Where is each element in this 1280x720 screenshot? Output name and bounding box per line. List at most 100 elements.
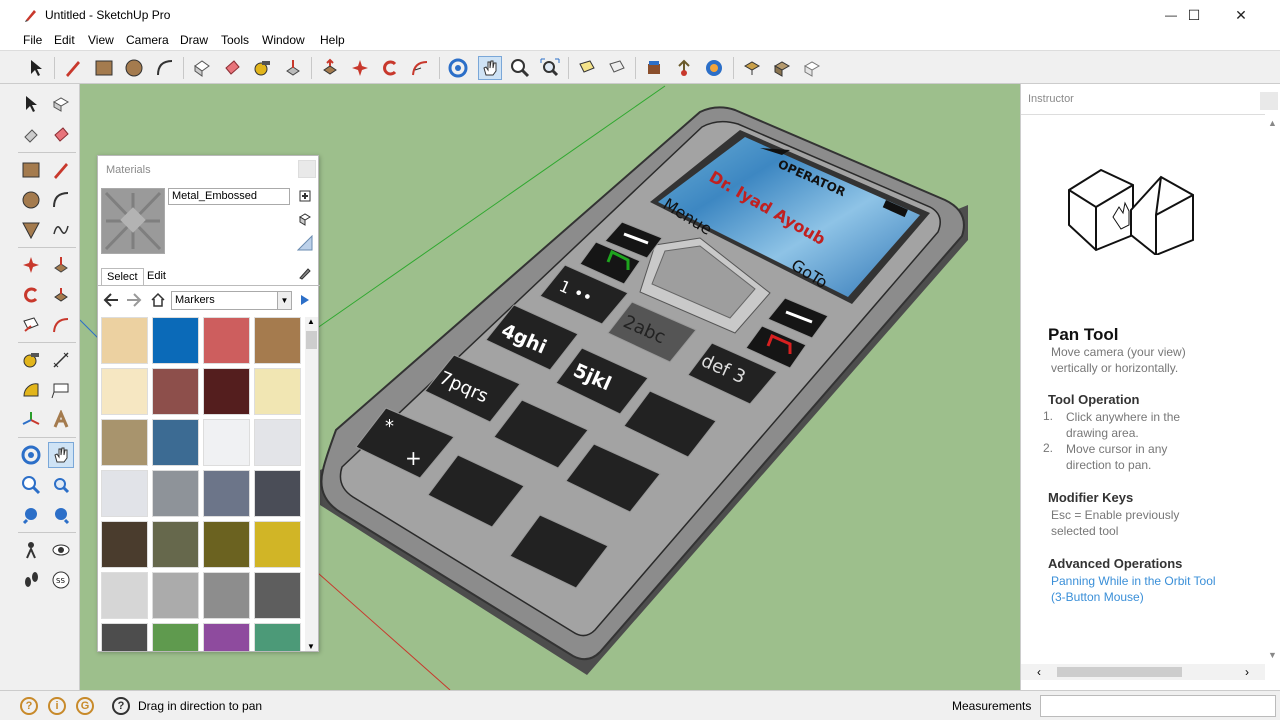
import-icon[interactable] [770, 56, 794, 80]
menu-camera[interactable]: Camera [126, 33, 169, 47]
menu-window[interactable]: Window [262, 33, 305, 47]
material-swatch[interactable] [203, 470, 250, 517]
zoom-icon[interactable] [508, 56, 532, 80]
text-label-icon[interactable] [48, 377, 74, 403]
material-swatch[interactable] [254, 317, 301, 364]
measurements-input[interactable] [1040, 695, 1276, 717]
zoom-extents-icon[interactable] [48, 502, 74, 528]
dimension-icon[interactable] [48, 347, 74, 373]
rectangle-icon[interactable] [92, 56, 116, 80]
look-around-icon[interactable] [48, 537, 74, 563]
arc-icon[interactable] [153, 56, 177, 80]
push-pull-icon[interactable] [48, 252, 74, 278]
material-swatch[interactable] [101, 419, 148, 466]
back-arrow-icon[interactable] [102, 291, 120, 309]
menu-draw[interactable]: Draw [180, 33, 208, 47]
materials-close-button[interactable] [298, 160, 316, 178]
material-swatch[interactable] [101, 368, 148, 415]
material-swatch[interactable] [101, 572, 148, 619]
paint-bucket-icon[interactable] [220, 56, 244, 80]
orbit-icon[interactable] [18, 442, 44, 468]
advanced-operations-link[interactable]: Panning While in the Orbit Tool (3-Butto… [1051, 573, 1231, 605]
select-icon[interactable] [18, 91, 44, 117]
scroll-up-icon[interactable]: ▲ [307, 317, 315, 326]
follow-me-icon[interactable] [408, 56, 432, 80]
section-plane-icon[interactable]: SS [48, 567, 74, 593]
sample-paint-icon[interactable] [296, 263, 314, 281]
protractor-icon[interactable] [18, 377, 44, 403]
pan-icon[interactable] [48, 442, 74, 468]
scroll-thumb[interactable] [1057, 667, 1182, 677]
material-swatch[interactable] [152, 419, 199, 466]
material-swatch[interactable] [254, 521, 301, 568]
circle-icon[interactable] [18, 187, 44, 213]
maximize-button[interactable]: ☐ [1171, 0, 1217, 30]
paint-bucket-icon[interactable] [48, 122, 74, 148]
material-swatch[interactable] [101, 317, 148, 364]
display-secondary-icon[interactable] [296, 210, 314, 228]
material-swatch[interactable] [203, 317, 250, 364]
move-icon[interactable] [318, 56, 342, 80]
move-icon[interactable] [18, 252, 44, 278]
material-swatch[interactable] [203, 419, 250, 466]
walk-icon[interactable] [18, 567, 44, 593]
pencil-icon[interactable] [48, 157, 74, 183]
material-swatch[interactable] [152, 521, 199, 568]
material-swatch[interactable] [152, 623, 199, 651]
zoom-window-icon[interactable] [48, 472, 74, 498]
close-button[interactable]: ✕ [1218, 0, 1264, 30]
menu-tools[interactable]: Tools [221, 33, 249, 47]
arc-icon[interactable] [48, 187, 74, 213]
warehouse-icon[interactable] [642, 56, 666, 80]
select-icon[interactable] [24, 56, 48, 80]
details-arrow-icon[interactable] [296, 291, 314, 309]
scroll-down-icon[interactable]: ▼ [1268, 650, 1277, 660]
material-swatch[interactable] [101, 623, 148, 651]
export-icon[interactable] [740, 56, 764, 80]
home-icon[interactable] [149, 291, 167, 309]
material-swatch[interactable] [203, 368, 250, 415]
scroll-up-icon[interactable]: ▲ [1268, 118, 1277, 128]
scroll-right-icon[interactable]: › [1245, 665, 1249, 679]
credits-icon[interactable]: i [48, 697, 66, 715]
zoom-extents-icon[interactable] [538, 56, 562, 80]
tape-measure-icon[interactable] [250, 56, 274, 80]
pan-icon[interactable] [478, 56, 502, 80]
instructor-hscrollbar[interactable]: ‹ › [1021, 664, 1265, 680]
scale-icon[interactable] [18, 312, 44, 338]
tab-select[interactable]: Select [101, 268, 144, 286]
toggle-instructor-icon[interactable]: ? [112, 697, 130, 715]
material-swatch[interactable] [254, 419, 301, 466]
rectangle-icon[interactable] [18, 157, 44, 183]
extension-icon[interactable] [702, 56, 726, 80]
material-swatch[interactable] [101, 521, 148, 568]
tape-measure-icon[interactable] [18, 347, 44, 373]
material-swatch[interactable] [152, 470, 199, 517]
text-icon[interactable] [575, 56, 599, 80]
material-swatch[interactable] [101, 470, 148, 517]
default-material-icon[interactable] [296, 234, 314, 252]
layout-icon[interactable] [800, 56, 824, 80]
material-swatch[interactable] [152, 572, 199, 619]
swatch-scrollbar[interactable]: ▲ ▼ [305, 317, 318, 651]
follow-me-icon[interactable] [48, 282, 74, 308]
position-camera-icon[interactable] [18, 537, 44, 563]
forward-arrow-icon[interactable] [125, 291, 143, 309]
pencil-icon[interactable] [61, 56, 85, 80]
instructor-vscrollbar[interactable]: ▲ ▼ [1265, 114, 1280, 664]
orbit-icon[interactable] [446, 56, 470, 80]
material-swatch[interactable] [152, 317, 199, 364]
menu-file[interactable]: File [23, 33, 42, 47]
material-swatch[interactable] [203, 572, 250, 619]
menu-view[interactable]: View [88, 33, 114, 47]
polygon-icon[interactable] [18, 217, 44, 243]
menu-help[interactable]: Help [320, 33, 345, 47]
zoom-icon[interactable] [18, 472, 44, 498]
offset-icon[interactable] [378, 56, 402, 80]
collection-dropdown[interactable]: Markers ▼ [171, 291, 292, 310]
previous-view-icon[interactable] [18, 502, 44, 528]
push-pull-icon[interactable] [281, 56, 305, 80]
material-swatch[interactable] [254, 623, 301, 651]
scroll-left-icon[interactable]: ‹ [1037, 665, 1041, 679]
material-swatch[interactable] [254, 470, 301, 517]
